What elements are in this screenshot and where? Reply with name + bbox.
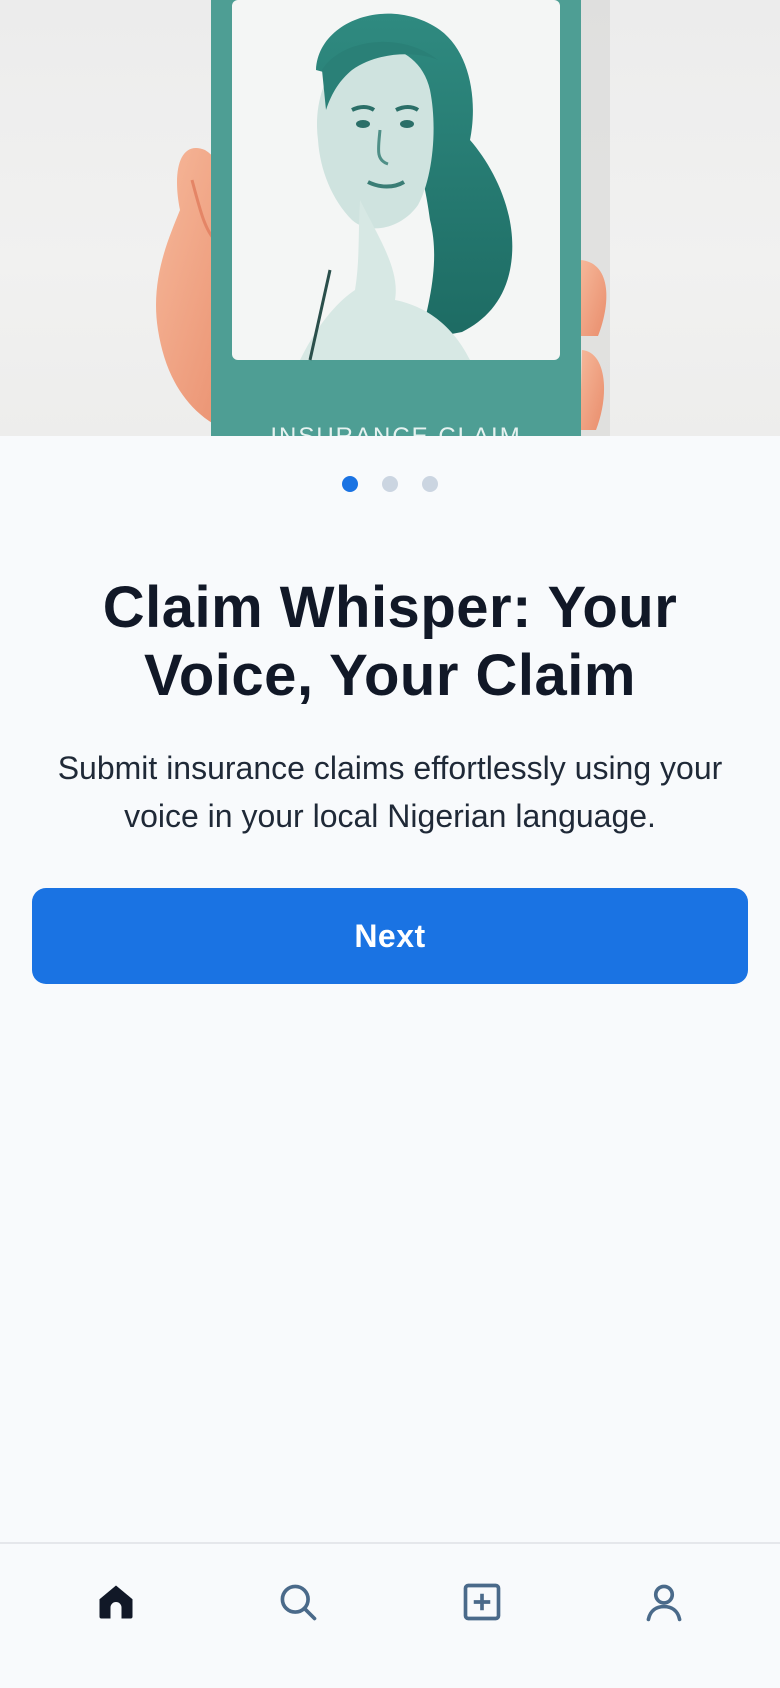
page-subtitle: Submit insurance claims effortlessly usi… — [57, 750, 723, 834]
next-button[interactable]: Next — [32, 888, 748, 984]
page-dot-1[interactable] — [342, 476, 358, 492]
nav-item-profile[interactable] — [634, 1572, 694, 1632]
nav-item-home[interactable] — [86, 1572, 146, 1632]
page-title: Claim Whisper: Your Voice, Your Claim — [102, 575, 678, 708]
page-dot-2[interactable] — [382, 476, 398, 492]
card-caption: INSURANCE CLAIM — [270, 423, 521, 436]
nav-item-search[interactable] — [268, 1572, 328, 1632]
bottom-navigation — [0, 1542, 780, 1688]
add-square-icon — [463, 1583, 501, 1621]
onboarding-screen: INSURANCE CLAIM Claim Whisper: Your Voic… — [0, 0, 780, 1688]
nav-item-new-claim[interactable] — [452, 1572, 512, 1632]
hero-illustration: INSURANCE CLAIM — [0, 0, 780, 436]
home-icon — [99, 1585, 133, 1619]
page-indicator — [0, 476, 780, 492]
search-icon — [280, 1584, 317, 1621]
profile-icon — [646, 1584, 682, 1622]
page-dot-3[interactable] — [422, 476, 438, 492]
